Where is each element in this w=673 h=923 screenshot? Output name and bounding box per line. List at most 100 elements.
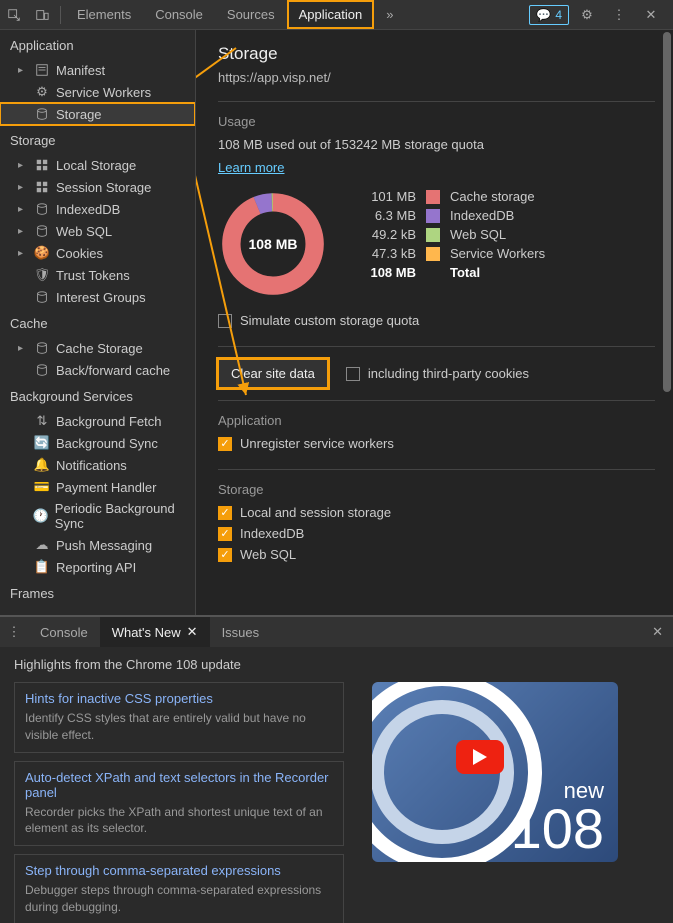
sidebar-item-web-sql[interactable]: ▸Web SQL bbox=[0, 220, 195, 242]
page-title: Storage bbox=[218, 44, 655, 64]
drawer-tab-whatsnew[interactable]: What's New✕ bbox=[100, 617, 210, 647]
storage-check[interactable]: ✓ bbox=[218, 548, 232, 562]
tab-elements[interactable]: Elements bbox=[65, 0, 143, 29]
device-icon[interactable] bbox=[28, 1, 56, 29]
sidebar-item-back-forward-cache[interactable]: Back/forward cache bbox=[0, 359, 195, 381]
sync-icon: 🔄 bbox=[34, 435, 50, 451]
db-icon bbox=[34, 289, 50, 305]
legend-name: Cache storage bbox=[450, 189, 535, 204]
card-text: Identify CSS styles that are entirely va… bbox=[25, 710, 333, 744]
sidebar-item-label: Session Storage bbox=[56, 180, 151, 195]
card-title: Auto-detect XPath and text selectors in … bbox=[25, 770, 333, 800]
devtools-toolbar: Elements Console Sources Application » 💬… bbox=[0, 0, 673, 30]
gear-icon[interactable]: ⚙ bbox=[573, 1, 601, 29]
sidebar-group-title: Background Services bbox=[0, 381, 195, 410]
card-text: Debugger steps through comma-separated e… bbox=[25, 882, 333, 916]
storage-check-label: Local and session storage bbox=[240, 505, 391, 520]
storage-check-label: IndexedDB bbox=[240, 526, 304, 541]
sidebar-item-local-storage[interactable]: ▸Local Storage bbox=[0, 154, 195, 176]
main-content: Storage https://app.visp.net/ Usage 108 … bbox=[196, 30, 673, 615]
close-icon[interactable]: ✕ bbox=[637, 1, 665, 29]
db-icon bbox=[34, 106, 50, 122]
unregister-sw-checkbox[interactable]: ✓ bbox=[218, 437, 232, 451]
legend-swatch bbox=[426, 247, 440, 261]
sidebar-item-session-storage[interactable]: ▸Session Storage bbox=[0, 176, 195, 198]
close-tab-icon[interactable]: ✕ bbox=[187, 624, 198, 640]
db-icon bbox=[34, 362, 50, 378]
drawer-close-icon[interactable]: ✕ bbox=[642, 624, 673, 640]
sidebar-item-cookies[interactable]: ▸🍪Cookies bbox=[0, 242, 195, 264]
sidebar-item-label: Cache Storage bbox=[56, 341, 143, 356]
donut-total-label: 108 MB bbox=[248, 236, 297, 252]
drawer-tab-console[interactable]: Console bbox=[28, 617, 100, 647]
sidebar-item-service-workers[interactable]: ⚙Service Workers bbox=[0, 81, 195, 103]
storage-check[interactable]: ✓ bbox=[218, 527, 232, 541]
caret-icon: ▸ bbox=[18, 343, 28, 354]
storage-section-title: Storage bbox=[218, 482, 655, 497]
sidebar-item-label: Back/forward cache bbox=[56, 363, 170, 378]
sidebar-item-background-fetch[interactable]: ⇅Background Fetch bbox=[0, 410, 195, 432]
legend-row: 49.2 kBWeb SQL bbox=[356, 227, 545, 242]
sidebar-item-label: Trust Tokens bbox=[56, 268, 130, 283]
legend-swatch bbox=[426, 190, 440, 204]
storage-check-label: Web SQL bbox=[240, 547, 296, 562]
sidebar-item-periodic-background-sync[interactable]: 🕐Periodic Background Sync bbox=[0, 498, 195, 534]
simulate-quota-checkbox[interactable] bbox=[218, 314, 232, 328]
third-party-checkbox[interactable] bbox=[346, 367, 360, 381]
manifest-icon bbox=[34, 62, 50, 78]
usage-title: Usage bbox=[218, 114, 655, 129]
legend-swatch bbox=[426, 209, 440, 223]
caret-icon: ▸ bbox=[18, 226, 28, 237]
sidebar-item-label: Background Sync bbox=[56, 436, 158, 451]
sidebar-item-reporting-api[interactable]: 📋Reporting API bbox=[0, 556, 195, 578]
sidebar-item-storage[interactable]: Storage bbox=[0, 103, 195, 125]
sidebar-item-trust-tokens[interactable]: 🛡Trust Tokens bbox=[0, 264, 195, 286]
legend-value: 47.3 kB bbox=[356, 246, 416, 261]
whatsnew-card[interactable]: Auto-detect XPath and text selectors in … bbox=[14, 761, 344, 847]
tab-console[interactable]: Console bbox=[143, 0, 215, 29]
learn-more-link[interactable]: Learn more bbox=[218, 160, 655, 175]
whatsnew-card[interactable]: Step through comma-separated expressions… bbox=[14, 854, 344, 923]
sidebar-item-label: Cookies bbox=[56, 246, 103, 261]
sidebar-item-indexeddb[interactable]: ▸IndexedDB bbox=[0, 198, 195, 220]
storage-check[interactable]: ✓ bbox=[218, 506, 232, 520]
sidebar-item-payment-handler[interactable]: 💳Payment Handler bbox=[0, 476, 195, 498]
drawer-kebab-icon[interactable]: ⋮ bbox=[0, 618, 28, 646]
third-party-label: including third-party cookies bbox=[368, 366, 529, 381]
clock-icon: 🕐 bbox=[33, 508, 49, 524]
legend-swatch bbox=[426, 228, 440, 242]
sidebar-group-title: Application bbox=[0, 30, 195, 59]
report-icon: 📋 bbox=[34, 559, 50, 575]
sidebar-item-label: Background Fetch bbox=[56, 414, 162, 429]
sidebar-item-manifest[interactable]: ▸ Manifest bbox=[0, 59, 195, 81]
tab-sources[interactable]: Sources bbox=[215, 0, 287, 29]
legend-value: 49.2 kB bbox=[356, 227, 416, 242]
card-icon: 💳 bbox=[34, 479, 50, 495]
sidebar-item-push-messaging[interactable]: ☁Push Messaging bbox=[0, 534, 195, 556]
kebab-icon[interactable]: ⋮ bbox=[605, 1, 633, 29]
drawer-tab-issues[interactable]: Issues bbox=[210, 617, 272, 647]
whatsnew-promo[interactable]: new 108 bbox=[372, 682, 618, 862]
cloud-icon: ☁ bbox=[34, 537, 50, 553]
issues-count[interactable]: 💬4 bbox=[529, 5, 569, 25]
sidebar-item-notifications[interactable]: 🔔Notifications bbox=[0, 454, 195, 476]
legend-value: 101 MB bbox=[356, 189, 416, 204]
sidebar-item-interest-groups[interactable]: Interest Groups bbox=[0, 286, 195, 308]
caret-icon: ▸ bbox=[18, 65, 28, 76]
sidebar-item-label: Manifest bbox=[56, 63, 105, 78]
sidebar-item-label: Service Workers bbox=[56, 85, 151, 100]
cookie-icon: 🍪 bbox=[34, 245, 50, 261]
whatsnew-card[interactable]: Hints for inactive CSS propertiesIdentif… bbox=[14, 682, 344, 753]
sidebar-item-label: Local Storage bbox=[56, 158, 136, 173]
tab-more[interactable]: » bbox=[374, 0, 405, 29]
sidebar-item-background-sync[interactable]: 🔄 Background Sync bbox=[0, 432, 195, 454]
whatsnew-headline: Highlights from the Chrome 108 update bbox=[14, 657, 659, 672]
sidebar-group-title: Cache bbox=[0, 308, 195, 337]
storage-legend: 101 MBCache storage6.3 MBIndexedDB49.2 k… bbox=[356, 189, 545, 299]
scrollbar-thumb[interactable] bbox=[663, 32, 671, 392]
sidebar-item-label: Notifications bbox=[56, 458, 127, 473]
tab-application[interactable]: Application bbox=[287, 0, 375, 29]
sidebar-item-cache-storage[interactable]: ▸ Cache Storage bbox=[0, 337, 195, 359]
clear-site-data-button[interactable]: Clear site data bbox=[218, 359, 328, 388]
inspect-icon[interactable] bbox=[0, 1, 28, 29]
